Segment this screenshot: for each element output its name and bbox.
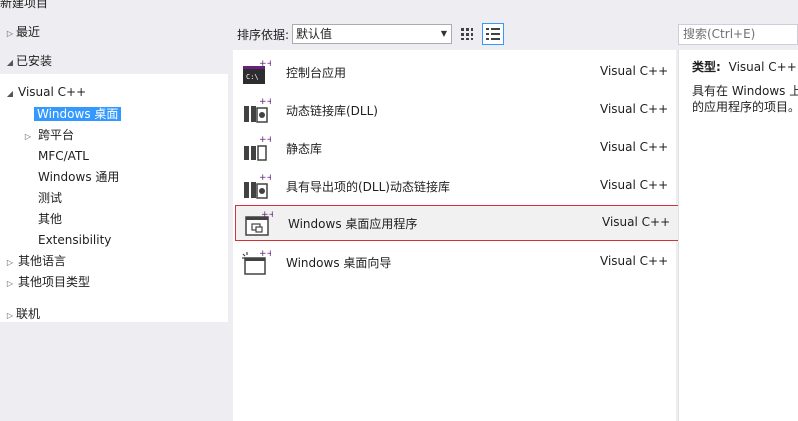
static-lib-icon: ++ xyxy=(244,135,271,161)
tree-node-extensibility[interactable]: Extensibility xyxy=(38,230,111,250)
small-icons-view-button[interactable] xyxy=(456,23,478,45)
expand-arrow-icon[interactable]: ▷ xyxy=(4,24,16,44)
collapse-arrow-icon[interactable]: ◢ xyxy=(4,84,16,104)
collapse-arrow-icon[interactable]: ◢ xyxy=(4,53,16,73)
tree-node-visual-cpp[interactable]: ◢ Visual C++ xyxy=(4,82,86,102)
list-view-button[interactable] xyxy=(482,23,504,45)
console-app-icon: C:\ ++ xyxy=(243,59,271,84)
template-tree-panel: ▷ 最近 ◢ 已安装 ◢ Visual C++ Windows 桌面 ▷ 跨平台 MFC… xyxy=(0,22,228,421)
svg-text:++: ++ xyxy=(261,210,273,220)
svg-text:C:\: C:\ xyxy=(246,73,259,81)
tree-node-windows-universal[interactable]: Windows 通用 xyxy=(38,167,119,187)
template-list: C:\ ++ 控制台应用 Visual C++ ++ 动态链接库(DLL) Vi… xyxy=(233,50,682,421)
expand-arrow-icon[interactable]: ▷ xyxy=(22,127,34,147)
svg-text:++: ++ xyxy=(259,173,271,183)
sort-label: 排序依据: xyxy=(237,28,290,42)
tree-node-cross-platform[interactable]: ▷ 跨平台 xyxy=(22,125,74,145)
tree-node-recent[interactable]: ▷ 最近 xyxy=(4,22,40,42)
expand-arrow-icon[interactable]: ▷ xyxy=(4,306,16,326)
tree-node-windows-desktop[interactable]: Windows 桌面 xyxy=(34,104,122,124)
tree-node-other-languages[interactable]: ▷ 其他语言 xyxy=(4,251,66,271)
expand-arrow-icon[interactable]: ▷ xyxy=(4,253,16,273)
template-type: 类型: Visual C++ xyxy=(692,60,797,74)
template-item-dll[interactable]: ++ 动态链接库(DLL) Visual C++ xyxy=(233,92,676,128)
chevron-down-icon: ▼ xyxy=(440,29,447,38)
tree-node-mfc-atl[interactable]: MFC/ATL xyxy=(38,146,89,166)
dll-icon: ++ xyxy=(244,97,271,123)
template-item-desktop-wizard[interactable]: ++ Windows 桌面向导 Visual C++ xyxy=(233,244,676,280)
sort-dropdown[interactable]: 默认值 ▼ xyxy=(292,24,452,44)
expand-arrow-icon[interactable]: ▷ xyxy=(4,274,16,294)
svg-text:++: ++ xyxy=(259,59,271,69)
svg-text:++: ++ xyxy=(259,97,271,107)
small-icons-view-icon xyxy=(461,28,473,40)
desktop-wizard-icon: ++ xyxy=(242,249,271,275)
template-item-dll-export[interactable]: ++ 具有导出项的(DLL)动态链接库 Visual C++ xyxy=(233,168,676,204)
sort-toolbar: 排序依据: 默认值 ▼ xyxy=(234,22,674,48)
template-description: 具有在 Windows 上 的应用程序的项目。 xyxy=(692,84,798,114)
svg-text:++: ++ xyxy=(259,249,271,259)
dialog-title: 新建项目 xyxy=(0,0,49,10)
tree-node-online[interactable]: ▷ 联机 xyxy=(4,304,40,324)
template-details-panel: 类型: Visual C++ 具有在 Windows 上 的应用程序的项目。 xyxy=(678,50,798,421)
desktop-app-icon: ++ xyxy=(245,210,273,236)
svg-text:++: ++ xyxy=(259,135,271,145)
tree-node-test[interactable]: 测试 xyxy=(38,188,62,208)
dll-export-icon: ++ xyxy=(244,173,271,199)
tree-node-other[interactable]: 其他 xyxy=(38,209,62,229)
template-item-console-app[interactable]: C:\ ++ 控制台应用 Visual C++ xyxy=(233,54,676,90)
tree-node-installed[interactable]: ◢ 已安装 xyxy=(4,51,52,71)
list-view-icon xyxy=(486,28,500,40)
installed-tree: ◢ Visual C++ Windows 桌面 ▷ 跨平台 MFC/ATL Wind… xyxy=(0,74,228,322)
template-item-static-lib[interactable]: ++ 静态库 Visual C++ xyxy=(233,130,676,166)
tree-node-other-project-types[interactable]: ▷ 其他项目类型 xyxy=(4,272,90,292)
template-item-desktop-app[interactable]: ++ Windows 桌面应用程序 Visual C++ xyxy=(235,205,682,241)
search-input[interactable]: 搜索(Ctrl+E) xyxy=(678,24,798,45)
